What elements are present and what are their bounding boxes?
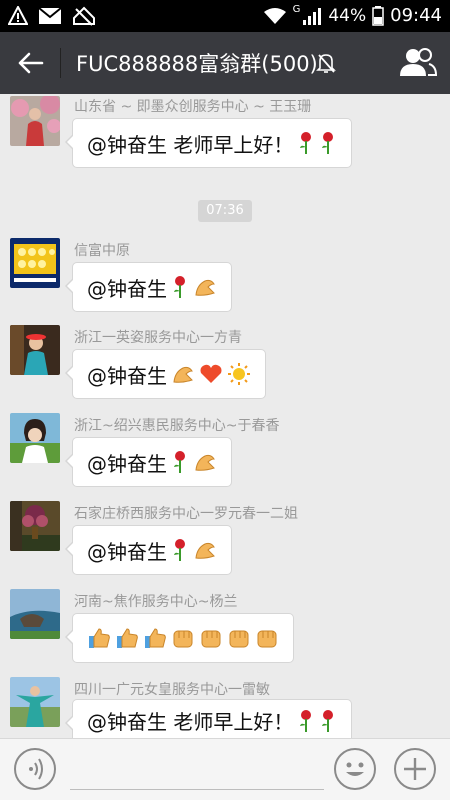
sender-name: 四川一广元女皇服务中心一雷敏 <box>74 682 270 698</box>
avatar[interactable] <box>10 96 60 146</box>
clock: 09:44 <box>390 5 442 26</box>
heart-icon <box>199 363 223 385</box>
message-bubble[interactable]: @钟奋生 <box>65 437 232 487</box>
message-text: @钟奋生 老师早上好！ <box>87 132 294 157</box>
smiley-icon <box>346 762 364 776</box>
rose-icon <box>171 275 189 299</box>
fist-icon <box>227 626 251 650</box>
thumbs-up-icon <box>143 626 167 650</box>
avatar[interactable] <box>10 413 60 463</box>
chat-title: FUC888888富翁群(500) <box>76 52 318 76</box>
no-wifi-icon <box>73 6 95 26</box>
avatar[interactable] <box>10 677 60 727</box>
message-bubble[interactable]: @钟奋生 <box>65 525 232 575</box>
message-bubble[interactable]: @钟奋生 老师早上好！ <box>64 118 353 168</box>
time-divider: 07:36 <box>198 200 252 222</box>
sender-name: 信富中原 <box>74 243 130 259</box>
message-text: @钟奋生 <box>87 539 167 564</box>
sender-name: 石家庄桥西服务中心一罗元春一二姐 <box>74 506 298 522</box>
avatar[interactable] <box>10 589 60 639</box>
voice-icon <box>29 758 43 780</box>
message-bubble[interactable]: @钟奋生 <box>65 262 232 312</box>
signal-icon <box>303 7 322 25</box>
sender-name: 浙江一英姿服务中心一方青 <box>74 330 242 346</box>
message-text: @钟奋生 <box>87 363 167 388</box>
chat-header: FUC888888富翁群(500) <box>0 32 450 94</box>
plus-icon <box>404 758 426 780</box>
avatar[interactable] <box>10 501 60 551</box>
input-bar <box>0 738 450 800</box>
avatar[interactable] <box>10 325 60 375</box>
message-text: @钟奋生 <box>87 276 167 301</box>
wifi-icon <box>263 7 286 24</box>
rose-icon <box>319 131 337 155</box>
back-arrow-icon <box>18 52 44 74</box>
header-divider <box>60 48 61 78</box>
sun-icon <box>227 362 251 386</box>
emoji-button[interactable] <box>334 748 376 790</box>
battery-icon <box>372 5 384 26</box>
group-members-icon <box>400 48 438 76</box>
thumbs-up-icon <box>115 626 139 650</box>
fist-icon <box>199 626 223 650</box>
message-bubble[interactable]: @钟奋生 老师早上好！ <box>64 699 353 741</box>
message-text: @钟奋生 老师早上好！ <box>87 710 294 734</box>
avatar[interactable] <box>10 238 60 288</box>
rose-icon <box>297 709 315 733</box>
rose-icon <box>319 709 337 733</box>
rose-icon <box>171 538 189 562</box>
fist-icon <box>171 626 195 650</box>
fist-icon <box>255 626 279 650</box>
message-bubble[interactable]: @钟奋生 <box>65 349 266 399</box>
mute-bell-icon <box>316 54 336 73</box>
network-type: G <box>292 4 301 15</box>
voice-input-button[interactable] <box>14 748 56 790</box>
back-button[interactable] <box>14 48 48 78</box>
ok-hand-icon <box>193 275 217 299</box>
ok-hand-icon <box>193 450 217 474</box>
message-bubble[interactable] <box>65 613 294 663</box>
mail-icon <box>38 7 62 24</box>
sender-name: 山东省 ~ 即墨众创服务中心 ~ 王玉珊 <box>74 99 312 115</box>
group-members-button[interactable] <box>398 46 438 80</box>
sender-name: 浙江~绍兴惠民服务中心~于春香 <box>74 418 280 434</box>
message-text: @钟奋生 <box>87 451 167 476</box>
more-button[interactable] <box>394 748 436 790</box>
message-input[interactable] <box>70 789 324 790</box>
status-bar: G 44% 09:44 <box>0 0 450 32</box>
battery-percent: 44% <box>328 5 367 26</box>
warning-icon <box>8 6 28 25</box>
thumbs-up-icon <box>87 626 111 650</box>
rose-icon <box>171 450 189 474</box>
rose-icon <box>297 131 315 155</box>
ok-hand-icon <box>171 362 195 386</box>
sender-name: 河南~焦作服务中心~杨兰 <box>74 594 238 610</box>
ok-hand-icon <box>193 538 217 562</box>
